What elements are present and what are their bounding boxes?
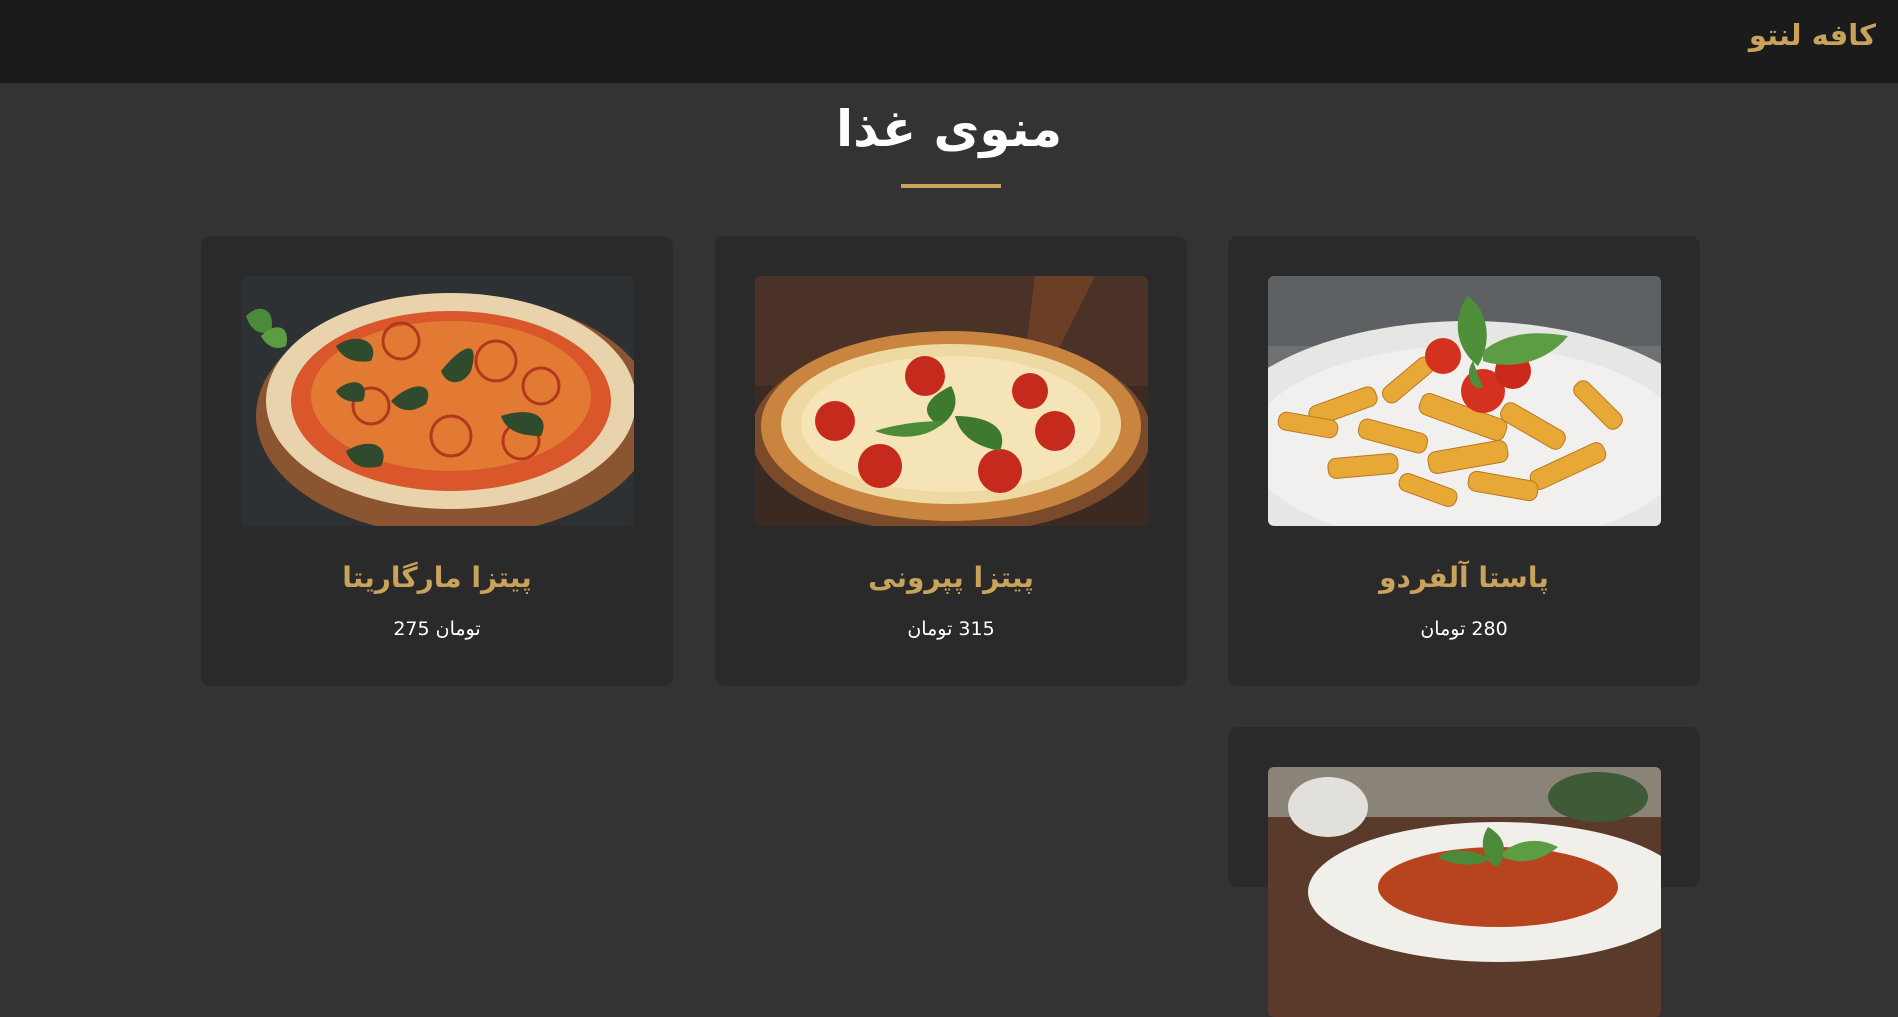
menu-card-pasta-alfredo[interactable]: پاستا آلفردو 280 تومان (1228, 236, 1700, 686)
title-underline (901, 184, 1001, 188)
menu-item-name: پیتزا پپرونی (868, 561, 1034, 594)
menu-card-pepperoni-pizza[interactable]: پیتزا پپرونی 315 تومان (715, 236, 1187, 686)
menu-item-name: پیتزا مارگاریتا (342, 561, 532, 594)
menu-item-price: 315 تومان (907, 618, 995, 640)
pepperoni-pizza-photo (755, 276, 1148, 526)
pasta-bolognese-photo (1268, 767, 1661, 1017)
menu-card-margherita-pizza[interactable]: پیتزا مارگاریتا تومان 275 (201, 236, 673, 686)
pasta-photo (1268, 276, 1661, 526)
margherita-pizza-photo (241, 276, 634, 526)
page-title: منوی غذا (835, 100, 1063, 158)
menu-item-name: پاستا آلفردو (1379, 561, 1549, 594)
menu-item-price: 280 تومان (1420, 618, 1508, 640)
top-navbar: کافه لنتو (0, 0, 1898, 83)
menu-item-price: تومان 275 (393, 618, 481, 640)
brand-logo-text[interactable]: کافه لنتو (1749, 18, 1876, 52)
menu-card-partial[interactable] (1228, 727, 1700, 1017)
